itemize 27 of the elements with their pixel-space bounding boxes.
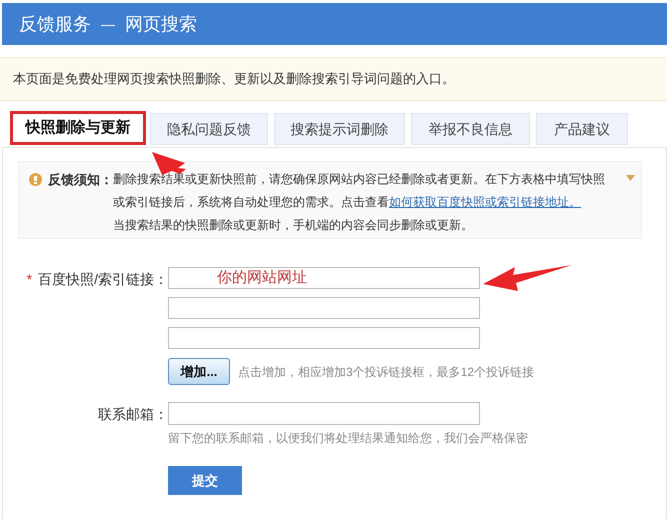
tab[interactable]: 隐私问题反馈	[150, 113, 268, 145]
tab[interactable]: 快照删除与更新	[10, 111, 146, 145]
warning-icon	[29, 173, 42, 186]
email-hint: 留下您的联系邮箱，以便我们将处理结果通知给您，我们会严格保密	[168, 430, 528, 447]
email-field[interactable]	[168, 402, 480, 425]
page-subtitle: 网页搜索	[125, 12, 197, 36]
help-link[interactable]: 如何获取百度快照或索引链接地址。	[389, 195, 581, 209]
page-title: 反馈服务	[19, 12, 91, 36]
add-hint: 点击增加，相应增加3个投诉链接框，最多12个投诉链接	[238, 364, 534, 380]
add-button[interactable]: 增加...	[168, 358, 230, 385]
field-label: 联系邮箱：	[98, 405, 168, 424]
field-label: 百度快照/索引链接：	[38, 270, 168, 289]
notice-text: 删除搜索结果或更新快照前，请您确保原网站内容已经删除或者更新。在下方表格中填写快照或索引链接后，系统将自动处理您的需求。点击查看如何获取百度快照或索引链接地址。	[113, 171, 606, 211]
title-separator: —	[101, 14, 115, 34]
input-field[interactable]	[168, 327, 480, 349]
arrow	[152, 152, 186, 175]
notice-label: 反馈须知：	[48, 171, 113, 189]
input-field[interactable]: 你的网站网址	[168, 267, 480, 289]
notice-text: 当搜索结果的快照删除或更新时，手机端的内容会同步删除或更新。	[113, 217, 474, 234]
required-mark: *	[26, 270, 32, 289]
tab[interactable]: 搜索提示词删除	[274, 113, 405, 145]
submit-button[interactable]: 提交	[168, 466, 242, 495]
tab[interactable]: 举报不良信息	[411, 113, 530, 145]
dropdown-caret-icon[interactable]	[626, 175, 635, 181]
intro-text: 本页面是免费处理网页搜索快照删除、更新以及删除搜索引导词问题的入口。	[13, 70, 455, 88]
input-field[interactable]	[168, 297, 480, 319]
tab[interactable]: 产品建议	[536, 113, 628, 145]
